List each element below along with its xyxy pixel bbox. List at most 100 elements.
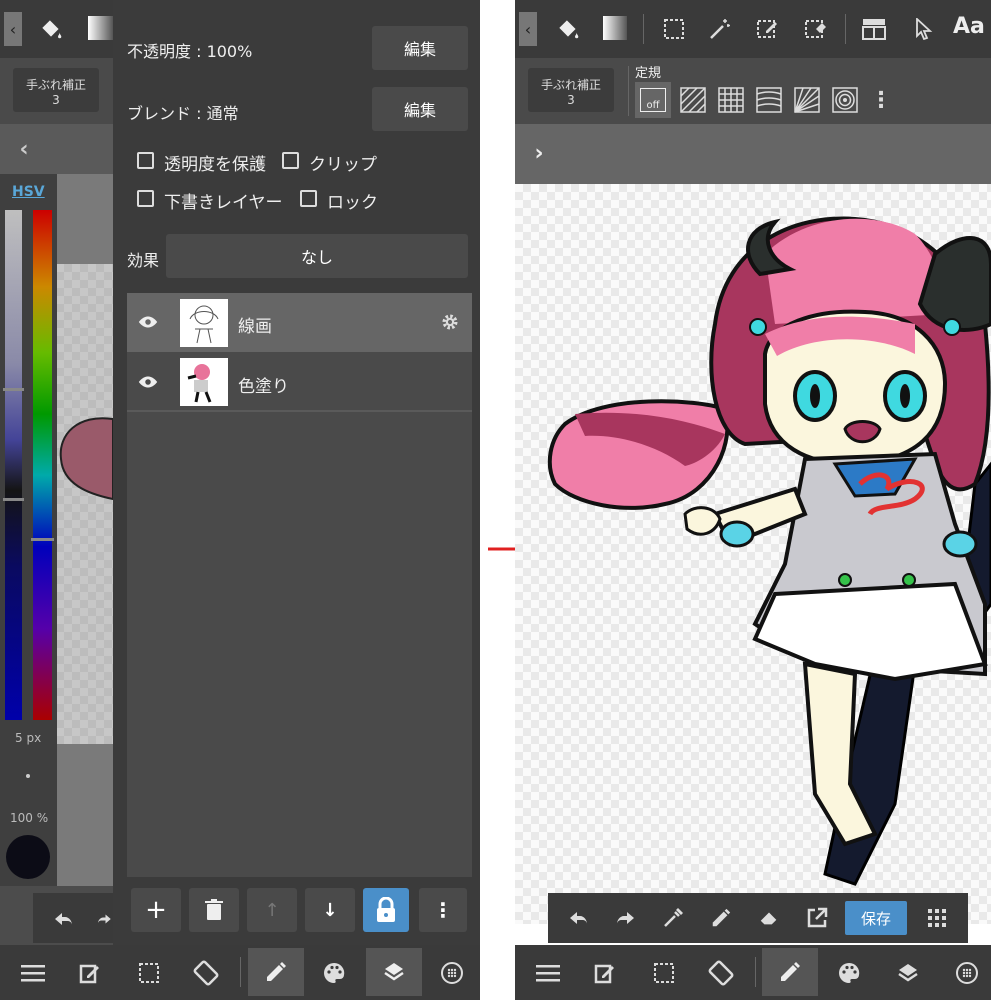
nav-divider (755, 957, 756, 987)
move-layer-up-button[interactable]: ↑ (247, 888, 297, 932)
rect-select-icon[interactable] (659, 14, 689, 44)
move-layer-down-button[interactable]: ↓ (305, 888, 355, 932)
chevron-right-icon[interactable]: › (529, 138, 549, 168)
layer-row[interactable]: 線画 (127, 293, 472, 352)
curved-ruler-icon[interactable] (751, 82, 787, 118)
stabilizer-value: 3 (567, 93, 575, 107)
chevron-left-icon[interactable]: ‹ (14, 136, 34, 162)
perspective-ruler-icon[interactable] (789, 82, 825, 118)
left-nav-strip: ‹ (0, 124, 113, 174)
save-button[interactable]: 保存 (845, 901, 907, 935)
canvas[interactable] (515, 184, 991, 924)
eye-icon[interactable] (135, 369, 161, 395)
gradient-icon[interactable] (88, 16, 113, 40)
color-mode-label[interactable]: HSV (12, 184, 45, 200)
selection-icon[interactable] (133, 957, 165, 989)
undo-icon[interactable] (566, 905, 592, 931)
hue-slider[interactable] (33, 210, 52, 720)
right-sub-toolbar: 手ぶれ補正 3 定規 off ⋮ (515, 58, 991, 124)
ruler-divider (628, 66, 629, 116)
grid-ruler-icon[interactable] (713, 82, 749, 118)
layer-name: 線画 (238, 317, 272, 337)
lock-layer-button[interactable] (363, 888, 409, 932)
draft-layer-checkbox[interactable] (137, 190, 154, 207)
edit-canvas-icon[interactable] (589, 957, 621, 989)
layers-tab[interactable] (366, 948, 422, 996)
collapse-toolbar-icon[interactable]: ‹ (519, 12, 537, 46)
selection-icon[interactable] (648, 957, 680, 989)
stabilizer-label: 手ぶれ補正 (25, 78, 86, 92)
rotate-screen-icon[interactable] (705, 957, 737, 989)
pen-icon[interactable] (708, 905, 734, 931)
text-tool-label[interactable]: Aa (953, 14, 985, 39)
parallel-ruler-icon[interactable] (675, 82, 711, 118)
fill-bucket-icon[interactable] (551, 12, 585, 46)
current-color-swatch[interactable] (6, 835, 50, 879)
rotate-screen-icon[interactable] (190, 957, 222, 989)
lock-icon (377, 897, 395, 922)
open-external-icon[interactable] (804, 905, 830, 931)
stabilizer-button[interactable]: 手ぶれ補正 3 (13, 68, 99, 112)
lock-checkbox[interactable] (300, 190, 317, 207)
concentric-ruler-icon[interactable] (827, 82, 863, 118)
brightness-slider-handle[interactable] (3, 498, 24, 501)
right-action-bar: 保存 (548, 893, 968, 943)
saturation-slider-handle[interactable] (3, 388, 24, 391)
saturation-slider[interactable] (5, 210, 22, 720)
select-pen-icon[interactable] (753, 14, 783, 44)
materials-icon[interactable] (951, 957, 983, 989)
grid-menu-icon[interactable] (924, 905, 950, 931)
brush-tab[interactable] (248, 948, 304, 996)
left-action-bar (33, 893, 113, 943)
opacity-edit-button[interactable]: 編集 (372, 26, 468, 70)
menu-icon[interactable] (532, 957, 564, 989)
blend-edit-button[interactable]: 編集 (372, 87, 468, 131)
redo-icon[interactable] (612, 905, 638, 931)
menu-icon[interactable] (17, 957, 49, 989)
delete-layer-button[interactable] (189, 888, 239, 932)
edit-canvas-icon[interactable] (74, 957, 106, 989)
layer-more-button[interactable]: ⋮ (419, 888, 467, 932)
effect-select[interactable]: なし (166, 234, 468, 278)
layer-thumbnail (180, 299, 228, 347)
layer-list: 線画 色塗り (127, 293, 472, 877)
protect-alpha-label: 透明度を保護 (164, 155, 266, 175)
clip-checkbox[interactable] (282, 152, 299, 169)
cursor-icon[interactable] (909, 14, 939, 44)
gradient-icon[interactable] (603, 16, 627, 40)
eyedropper-icon[interactable] (660, 905, 686, 931)
palette-icon[interactable] (318, 957, 350, 989)
ruler-label: 定規 (635, 66, 662, 81)
materials-icon[interactable] (436, 957, 468, 989)
hue-slider-handle[interactable] (31, 538, 54, 541)
palette-icon[interactable] (833, 957, 865, 989)
layer-thumbnail (180, 358, 228, 406)
stabilizer-label: 手ぶれ補正 (540, 78, 601, 92)
panel-layout-icon[interactable] (859, 14, 889, 44)
brush-tab[interactable] (762, 948, 818, 996)
add-layer-button[interactable]: + (131, 888, 181, 932)
layer-row[interactable]: 色塗り (127, 354, 472, 412)
trash-icon (205, 899, 223, 920)
draft-layer-label: 下書きレイヤー (164, 193, 283, 213)
eraser-icon[interactable] (756, 905, 782, 931)
select-eraser-icon[interactable] (801, 14, 831, 44)
ruler-more-icon[interactable]: ⋮ (869, 84, 893, 116)
left-sub-toolbar: 手ぶれ補正 3 (0, 58, 113, 124)
eye-icon[interactable] (135, 309, 161, 335)
brush-opacity-label: 100 % (10, 811, 49, 825)
fill-bucket-icon[interactable] (34, 12, 68, 46)
layers-icon[interactable] (892, 957, 924, 989)
undo-icon[interactable] (51, 906, 77, 932)
magic-wand-icon[interactable] (705, 14, 735, 44)
blend-label: ブレンド : 通常 (127, 104, 239, 123)
gear-icon[interactable] (438, 310, 462, 334)
redo-icon[interactable] (95, 906, 113, 932)
protect-alpha-checkbox[interactable] (137, 152, 154, 169)
stabilizer-button[interactable]: 手ぶれ補正 3 (528, 68, 614, 112)
ruler-off-button[interactable]: off (635, 82, 671, 118)
right-bottom-nav (515, 945, 991, 1000)
collapse-toolbar-icon[interactable]: ‹ (4, 12, 22, 46)
brush-size-dot (26, 774, 30, 778)
left-screen: ‹ 手ぶれ補正 3 ‹ HSV 5 px 100 % 不透明度: 100% 編… (0, 0, 480, 1000)
